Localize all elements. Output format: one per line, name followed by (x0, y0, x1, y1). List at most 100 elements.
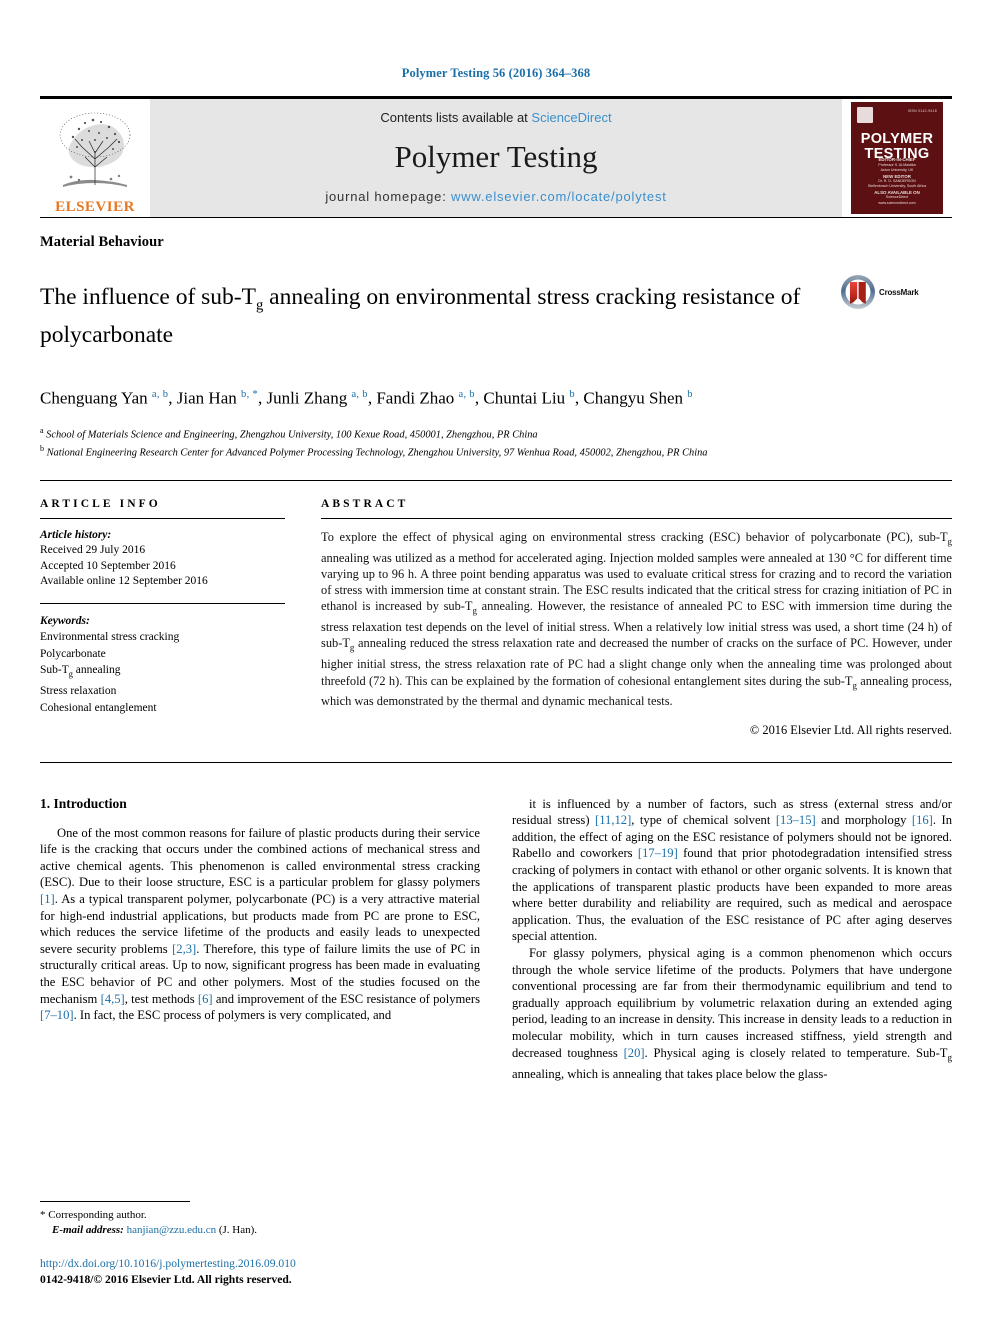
author-list: Chenguang Yan a, b, Jian Han b, *, Junli… (40, 388, 693, 408)
abstract-text: To explore the effect of physical aging … (321, 529, 952, 709)
article-first-page: Polymer Testing 56 (2016) 364–368 ELSEVI… (0, 0, 992, 1323)
keyword-item: Sub-Tg annealing (40, 664, 121, 679)
journal-cover-thumbnail[interactable]: ISSN 0142-9418 POLYMER TESTING EDITOR-IN… (842, 99, 952, 217)
body-paragraph: For glassy polymers, physical aging is a… (512, 945, 953, 1081)
citation-link[interactable]: [11,12] (595, 813, 631, 827)
body-paragraph: it is influenced by a number of factors,… (512, 796, 952, 944)
cover-credits: EDITOR-IN-CHIEF Professor S. Al-Malaika … (851, 157, 943, 206)
cover-artwork: ISSN 0142-9418 POLYMER TESTING EDITOR-IN… (851, 102, 943, 214)
cover-title-line1: POLYMER (860, 131, 934, 147)
contents-available-line: Contents lists available at ScienceDirec… (380, 110, 611, 125)
citation-link[interactable]: [7–10] (40, 1008, 74, 1022)
author-affiliation-marker: b (569, 389, 575, 401)
email-line: E-mail address: hanjian@zzu.edu.cn (J. H… (40, 1223, 470, 1238)
article-history-block: Article history: Received 29 July 2016 A… (40, 528, 285, 590)
article-history-label: Article history: (40, 528, 112, 541)
email-link[interactable]: hanjian@zzu.edu.cn (127, 1224, 217, 1236)
contents-prefix: Contents lists available at (380, 110, 532, 125)
body-paragraph: One of the most common reasons for failu… (40, 825, 480, 1023)
author-name: Chenguang Yan (40, 388, 152, 408)
email-label: E-mail address: (52, 1224, 124, 1236)
citation-link[interactable]: [2,3] (172, 942, 196, 956)
citation-link[interactable]: [1] (40, 892, 55, 906)
history-item: Available online 12 September 2016 (40, 575, 208, 588)
elsevier-logo[interactable]: ELSEVIER (40, 99, 150, 217)
author-affiliation-marker: b, * (241, 389, 258, 401)
abstract-rule (321, 517, 952, 519)
tg-subscript: g (852, 680, 857, 690)
history-item: Received 29 July 2016 (40, 544, 146, 557)
doi-block: http://dx.doi.org/10.1016/j.polymertesti… (40, 1256, 296, 1288)
title-row: The influence of sub-Tg annealing on env… (40, 266, 952, 366)
journal-masthead: ELSEVIER Contents lists available at Sci… (40, 99, 952, 217)
article-info-column: ARTICLE INFO Article history: Received 2… (40, 498, 285, 738)
elsevier-tree-icon (59, 112, 131, 187)
author-affiliation-marker: a, b (151, 389, 169, 401)
citation-link[interactable]: [17–19] (638, 846, 678, 860)
sciencedirect-link[interactable]: ScienceDirect (531, 110, 611, 125)
running-head: Polymer Testing 56 (2016) 364–368 (401, 66, 591, 80)
keywords-block: Keywords: Environmental stress cracking … (40, 613, 285, 716)
info-abstract-region: ARTICLE INFO Article history: Received 2… (40, 498, 952, 738)
article-info-rule (40, 517, 285, 519)
journal-title: Polymer Testing (394, 139, 598, 174)
head-divider-rule (40, 479, 952, 481)
keywords-label: Keywords: (40, 614, 90, 627)
author-name: Jian Han (176, 388, 242, 408)
author-name: Junli Zhang (266, 388, 352, 408)
citation-link[interactable]: [20] (624, 1046, 645, 1060)
footnote-rule (40, 1201, 190, 1202)
tg-subscript: g (349, 642, 355, 653)
author-affiliation-marker: b (687, 389, 693, 401)
section-kicker: Material Behaviour (40, 234, 164, 250)
tg-subscript: g (947, 1052, 953, 1063)
article-info-heading: ARTICLE INFO (40, 497, 161, 510)
journal-homepage-link[interactable]: www.elsevier.com/locate/polytest (451, 189, 667, 204)
page-title: The influence of sub-Tg annealing on env… (40, 282, 830, 351)
issn-copyright-line: 0142-9418/© 2016 Elsevier Ltd. All right… (40, 1273, 292, 1286)
asterisk-icon: * (40, 1209, 46, 1221)
cover-issn: ISSN 0142-9418 (907, 109, 937, 113)
body-columns: 1. Introduction One of the most common r… (40, 796, 952, 1083)
author-name: Chuntai Liu (483, 388, 570, 408)
masthead-center-panel: Contents lists available at ScienceDirec… (150, 99, 842, 217)
citation-link[interactable]: [16] (912, 813, 933, 827)
tg-subscript: g (947, 536, 952, 547)
keyword-item: Cohesional entanglement (40, 701, 157, 714)
journal-homepage-line: journal homepage: www.elsevier.com/locat… (325, 189, 666, 204)
body-column-left: 1. Introduction One of the most common r… (40, 796, 480, 1083)
title-part1: The influence of sub-T (40, 283, 256, 310)
citation-link[interactable]: [13–15] (776, 813, 816, 827)
affiliation-list: a School of Materials Science and Engine… (40, 424, 830, 461)
tg-subscript: g (472, 605, 477, 616)
keyword-subscript: g (68, 669, 73, 679)
author-affiliation-marker: a, b (458, 389, 475, 401)
affiliation-item: b National Engineering Research Center f… (40, 444, 708, 459)
citation-link[interactable]: [4,5] (101, 992, 125, 1006)
masthead-bottom-rule (40, 217, 952, 218)
citation-link[interactable]: [6] (198, 992, 213, 1006)
crossmark-label: CrossMark (879, 287, 919, 297)
elsevier-wordmark: ELSEVIER (55, 199, 135, 215)
doi-link[interactable]: http://dx.doi.org/10.1016/j.polymertesti… (40, 1256, 296, 1272)
abstract-copyright: © 2016 Elsevier Ltd. All rights reserved… (749, 722, 952, 737)
cover-elsevier-mark-icon (857, 107, 873, 123)
email-owner: (J. Han). (218, 1224, 258, 1236)
body-column-right: it is influenced by a number of factors,… (512, 796, 952, 1083)
author-name: Changyu Shen (583, 388, 688, 408)
cover-credit-9: www.sciencedirect.com (878, 200, 916, 205)
keywords-rule (40, 602, 285, 604)
homepage-prefix: journal homepage: (325, 189, 452, 204)
corresponding-author-text: Corresponding author. (48, 1209, 147, 1221)
crossmark-icon (841, 275, 875, 309)
author-affiliation-marker: a, b (351, 389, 368, 401)
keyword-item: Environmental stress cracking (40, 631, 180, 644)
corresponding-author-footnote: * Corresponding author. E-mail address: … (40, 1201, 470, 1238)
crossmark-badge[interactable]: CrossMark (840, 274, 919, 310)
abstract-heading: ABSTRACT (321, 497, 409, 510)
abstract-column: ABSTRACT To explore the effect of physic… (321, 498, 952, 738)
affiliation-item: a School of Materials Science and Engine… (40, 425, 538, 441)
abstract-bottom-rule (40, 761, 952, 763)
corresponding-author-line: * Corresponding author. (40, 1208, 470, 1223)
keyword-item: Polycarbonate (40, 647, 106, 660)
